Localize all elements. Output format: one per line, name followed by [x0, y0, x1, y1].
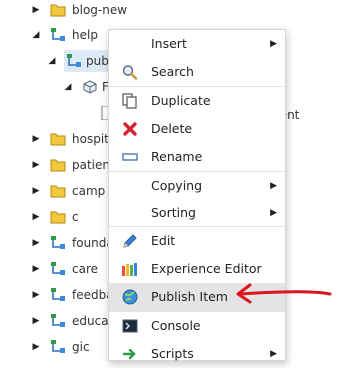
- publish-icon: [121, 289, 139, 305]
- tree-item-gic[interactable]: ▶ gic: [0, 335, 120, 359]
- submenu-arrow-icon: ▶: [270, 39, 277, 49]
- menu-item-delete[interactable]: Delete: [109, 115, 285, 143]
- menu-item-experience-editor[interactable]: Experience Editor: [109, 255, 285, 283]
- menu-item-scripts[interactable]: Scripts ▶: [109, 340, 285, 368]
- menu-item-search[interactable]: Search: [109, 58, 285, 86]
- menu-item-label: Publish Item: [151, 289, 228, 304]
- cube-icon: [82, 80, 98, 94]
- duplicate-icon: [121, 93, 139, 109]
- expand-arrow-icon[interactable]: ▶: [30, 309, 42, 333]
- branch-icon: [66, 54, 82, 68]
- tree-item-f[interactable]: ◢ F: [0, 75, 120, 99]
- collapse-arrow-icon[interactable]: ◢: [30, 23, 42, 47]
- tree-item-label: gic: [72, 340, 90, 354]
- menu-item-label: Copying: [151, 178, 203, 193]
- folder-icon: [50, 210, 66, 224]
- console-icon: [121, 318, 139, 334]
- menu-item-sorting[interactable]: Sorting ▶: [109, 199, 285, 227]
- menu-item-label: Search: [151, 64, 194, 79]
- menu-item-label: Delete: [151, 121, 193, 136]
- menu-item-insert[interactable]: Insert ▶: [109, 30, 285, 58]
- menu-item-label: Edit: [151, 233, 176, 248]
- collapse-arrow-icon[interactable]: ◢: [46, 49, 58, 73]
- tree-item-founda[interactable]: ▶ founda: [0, 231, 120, 255]
- tree-item-child[interactable]: [0, 101, 120, 125]
- expand-arrow-icon[interactable]: ▶: [30, 283, 42, 307]
- context-menu: Insert ▶ Search Duplicate Delete Rename …: [108, 29, 286, 361]
- folder-icon: [50, 158, 66, 172]
- tree-item-label: care: [72, 262, 99, 276]
- expand-arrow-icon[interactable]: ▶: [30, 0, 42, 22]
- branch-icon: [50, 262, 66, 276]
- tree-item-label: patien: [72, 158, 110, 172]
- branch-icon: [50, 28, 66, 42]
- folder-icon: [50, 132, 66, 146]
- menu-item-duplicate[interactable]: Duplicate: [109, 87, 285, 115]
- tree-item-hospit[interactable]: ▶ hospit: [0, 127, 120, 151]
- experience-editor-icon: [121, 261, 139, 277]
- tree-item-label: pub: [86, 54, 109, 68]
- tree-item-label: help: [72, 28, 98, 42]
- annotation-arrow-icon: [236, 283, 332, 304]
- expand-arrow-icon[interactable]: ▶: [30, 127, 42, 151]
- tree-item-patien[interactable]: ▶ patien: [0, 153, 120, 177]
- expand-arrow-icon[interactable]: ▶: [30, 231, 42, 255]
- rename-icon: [121, 149, 139, 165]
- menu-item-edit[interactable]: Edit: [109, 227, 285, 255]
- tree-item-care[interactable]: ▶ care: [0, 257, 120, 281]
- menu-item-label: Duplicate: [151, 93, 211, 108]
- branch-icon: [50, 340, 66, 354]
- folder-icon: [50, 3, 66, 17]
- branch-icon: [50, 288, 66, 302]
- collapse-arrow-icon[interactable]: ◢: [62, 75, 74, 99]
- tree-item-blog-new[interactable]: ▶ blog-new: [0, 0, 128, 22]
- tree-item-pub[interactable]: ◢ pub: [0, 49, 120, 73]
- expand-arrow-icon[interactable]: ▶: [30, 205, 42, 229]
- expand-arrow-icon[interactable]: ▶: [30, 335, 42, 359]
- tree-item-label: blog-new: [72, 3, 128, 17]
- menu-item-copying[interactable]: Copying ▶: [109, 172, 285, 200]
- tree-item-help[interactable]: ◢ help: [0, 23, 120, 47]
- menu-item-console[interactable]: Console: [109, 312, 285, 340]
- branch-icon: [50, 314, 66, 328]
- folder-icon: [50, 184, 66, 198]
- tree-item-feedba[interactable]: ▶ feedba: [0, 283, 120, 307]
- menu-item-label: Experience Editor: [151, 261, 262, 276]
- scripts-icon: [121, 346, 139, 362]
- submenu-arrow-icon: ▶: [270, 349, 277, 359]
- menu-item-label: Scripts: [151, 346, 194, 361]
- menu-item-rename[interactable]: Rename: [109, 143, 285, 171]
- tree-item-educat[interactable]: ▶ educat: [0, 309, 120, 333]
- tree-item-label: camp: [72, 184, 106, 198]
- expand-arrow-icon[interactable]: ▶: [30, 257, 42, 281]
- edit-icon: [121, 233, 139, 249]
- menu-item-label: Insert: [151, 36, 187, 51]
- submenu-arrow-icon: ▶: [270, 181, 277, 191]
- expand-arrow-icon[interactable]: ▶: [30, 179, 42, 203]
- menu-item-label: Sorting: [151, 205, 196, 220]
- tree-item-label: c: [72, 210, 79, 224]
- delete-icon: [121, 121, 139, 137]
- tree-item-label: hospit: [72, 132, 109, 146]
- search-icon: [121, 64, 139, 80]
- menu-item-label: Rename: [151, 149, 203, 164]
- branch-icon: [50, 236, 66, 250]
- expand-arrow-icon[interactable]: ▶: [30, 153, 42, 177]
- submenu-arrow-icon: ▶: [270, 208, 277, 218]
- tree-item-c[interactable]: ▶ c: [0, 205, 120, 229]
- menu-item-label: Console: [151, 318, 201, 333]
- tree-item-camp[interactable]: ▶ camp: [0, 179, 120, 203]
